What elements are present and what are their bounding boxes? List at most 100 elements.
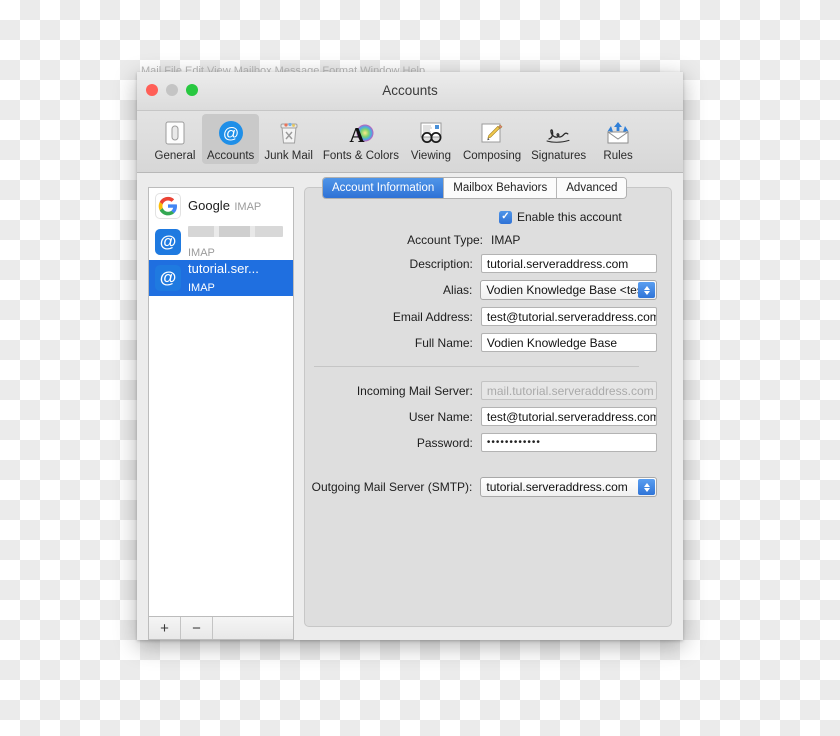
toolbar-label: Composing: [462, 150, 522, 162]
accounts-preferences-window: Accounts General @ Accounts Junk Mail A …: [137, 72, 683, 640]
chevron-up-icon: [643, 482, 650, 487]
toolbar-item-general[interactable]: General: [148, 114, 202, 164]
form-spacer: [305, 459, 657, 477]
toolbar-item-rules[interactable]: Rules: [591, 114, 645, 164]
account-detail-panel-wrapper: Account Information Mailbox Behaviors Ad…: [304, 177, 672, 640]
outgoing-mail-server-value: tutorial.serveraddress.com: [486, 480, 628, 494]
account-text: tutorial.ser... IMAP: [188, 260, 287, 296]
toolbar-label: General: [154, 150, 196, 162]
outgoing-mail-server-row: Outgoing Mail Server (SMTP): tutorial.se…: [305, 477, 657, 497]
window-titlebar: Accounts: [137, 72, 683, 111]
account-text: IMAP: [188, 224, 287, 261]
outgoing-mail-server-label: Outgoing Mail Server (SMTP):: [311, 480, 473, 494]
preferences-toolbar: General @ Accounts Junk Mail A Fonts & C…: [137, 111, 683, 173]
toolbar-item-composing[interactable]: Composing: [458, 114, 526, 164]
accounts-list[interactable]: Google IMAP @ IMAP @ tutorial.ser... IMA…: [148, 187, 294, 616]
alias-label: Alias:: [443, 283, 473, 297]
accounts-at-icon: @: [215, 117, 247, 149]
account-type-row: Account Type: IMAP: [305, 233, 657, 247]
toolbar-label: Viewing: [410, 150, 451, 162]
accounts-sidebar: Google IMAP @ IMAP @ tutorial.ser... IMA…: [148, 187, 294, 640]
toolbar-item-signatures[interactable]: Signatures: [526, 114, 591, 164]
tab-advanced[interactable]: Advanced: [557, 178, 627, 198]
account-tab-bar: Account Information Mailbox Behaviors Ad…: [322, 177, 628, 199]
fonts-colors-icon: A: [345, 117, 377, 149]
account-row-redacted[interactable]: @ IMAP: [149, 224, 293, 260]
accounts-list-footer: + −: [148, 616, 294, 640]
toolbar-label: Rules: [603, 150, 633, 162]
chevron-down-icon: [643, 487, 650, 492]
toolbar-label: Signatures: [531, 150, 587, 162]
chevron-down-icon: [643, 290, 650, 295]
toolbar-item-fonts-colors[interactable]: A Fonts & Colors: [318, 114, 404, 164]
rules-icon: [602, 117, 634, 149]
remove-account-button[interactable]: −: [181, 617, 213, 639]
account-type-value: IMAP: [491, 233, 521, 247]
email-address-label: Email Address:: [392, 309, 473, 324]
alias-popup-button[interactable]: Vodien Knowledge Base <test: [480, 280, 657, 300]
password-input[interactable]: ••••••••••••: [480, 433, 657, 452]
enable-account-checkbox[interactable]: ✓: [499, 210, 512, 224]
redacted-account-name: [188, 225, 283, 237]
account-name: tutorial.ser...: [188, 261, 259, 276]
toolbar-item-accounts[interactable]: @ Accounts: [202, 114, 260, 164]
chevron-up-icon: [643, 285, 650, 290]
description-input[interactable]: tutorial.serveraddress.com: [480, 254, 657, 273]
google-logo-icon: [155, 193, 181, 219]
tab-account-information[interactable]: Account Information: [323, 178, 445, 198]
enable-account-row: ✓ Enable this account: [305, 210, 657, 224]
full-name-input[interactable]: Vodien Knowledge Base: [480, 333, 657, 352]
preferences-body: Google IMAP @ IMAP @ tutorial.ser... IMA…: [137, 173, 683, 640]
general-icon: [159, 117, 191, 149]
list-footer-spacer: [213, 617, 293, 639]
junk-mail-icon: [273, 117, 305, 149]
user-name-input[interactable]: test@tutorial.serveraddress.com: [480, 407, 657, 426]
toolbar-label: Accounts: [207, 150, 255, 162]
at-icon: @: [155, 229, 181, 255]
toolbar-label: Junk Mail: [264, 150, 313, 162]
account-row-google[interactable]: Google IMAP: [149, 188, 293, 224]
composing-icon: [476, 117, 508, 149]
signatures-icon: [543, 117, 575, 149]
add-account-button[interactable]: +: [149, 617, 181, 639]
svg-text:@: @: [223, 126, 239, 143]
checkmark-icon: ✓: [501, 211, 510, 222]
account-type: IMAP: [188, 246, 215, 259]
account-text: Google IMAP: [188, 197, 261, 215]
password-label: Password:: [416, 435, 473, 450]
incoming-mail-server-input[interactable]: mail.tutorial.serveraddress.com: [480, 381, 657, 400]
incoming-mail-server-label: Incoming Mail Server:: [356, 383, 473, 398]
toolbar-item-viewing[interactable]: Viewing: [404, 114, 458, 164]
chevron-updown-icon[interactable]: [638, 282, 655, 298]
email-address-input[interactable]: test@tutorial.serveraddress.com: [480, 307, 657, 326]
user-name-label: User Name:: [408, 409, 473, 424]
account-form: ✓ Enable this account Account Type: IMAP…: [305, 188, 671, 497]
alias-value: Vodien Knowledge Base <test: [486, 283, 647, 297]
full-name-label: Full Name:: [414, 335, 473, 350]
outgoing-mail-server-popup-button[interactable]: tutorial.serveraddress.com: [480, 477, 657, 497]
account-type: IMAP: [188, 282, 215, 294]
svg-text:A: A: [349, 123, 365, 147]
at-icon: @: [155, 265, 181, 291]
form-divider: [314, 366, 639, 367]
enable-account-label: Enable this account: [517, 210, 622, 224]
viewing-icon: [415, 117, 447, 149]
incoming-mail-server-row: Incoming Mail Server: mail.tutorial.serv…: [305, 381, 657, 400]
alias-row: Alias: Vodien Knowledge Base <test: [305, 280, 657, 300]
tab-mailbox-behaviors[interactable]: Mailbox Behaviors: [444, 178, 558, 198]
account-information-panel: ✓ Enable this account Account Type: IMAP…: [304, 187, 672, 627]
account-type-label: Account Type:: [407, 233, 483, 247]
toolbar-item-junk-mail[interactable]: Junk Mail: [259, 114, 318, 164]
account-row-tutorial[interactable]: @ tutorial.ser... IMAP: [149, 260, 293, 296]
account-type: IMAP: [234, 201, 262, 213]
password-row: Password: ••••••••••••: [305, 433, 657, 452]
description-row: Description: tutorial.serveraddress.com: [305, 254, 657, 273]
full-name-row: Full Name: Vodien Knowledge Base: [305, 333, 657, 352]
toolbar-label: Fonts & Colors: [322, 150, 399, 162]
account-name: Google: [188, 198, 230, 213]
window-title: Accounts: [382, 83, 438, 98]
chevron-updown-icon[interactable]: [638, 479, 655, 495]
description-label: Description:: [409, 256, 473, 271]
email-address-row: Email Address: test@tutorial.serveraddre…: [305, 307, 657, 326]
user-name-row: User Name: test@tutorial.serveraddress.c…: [305, 407, 657, 426]
